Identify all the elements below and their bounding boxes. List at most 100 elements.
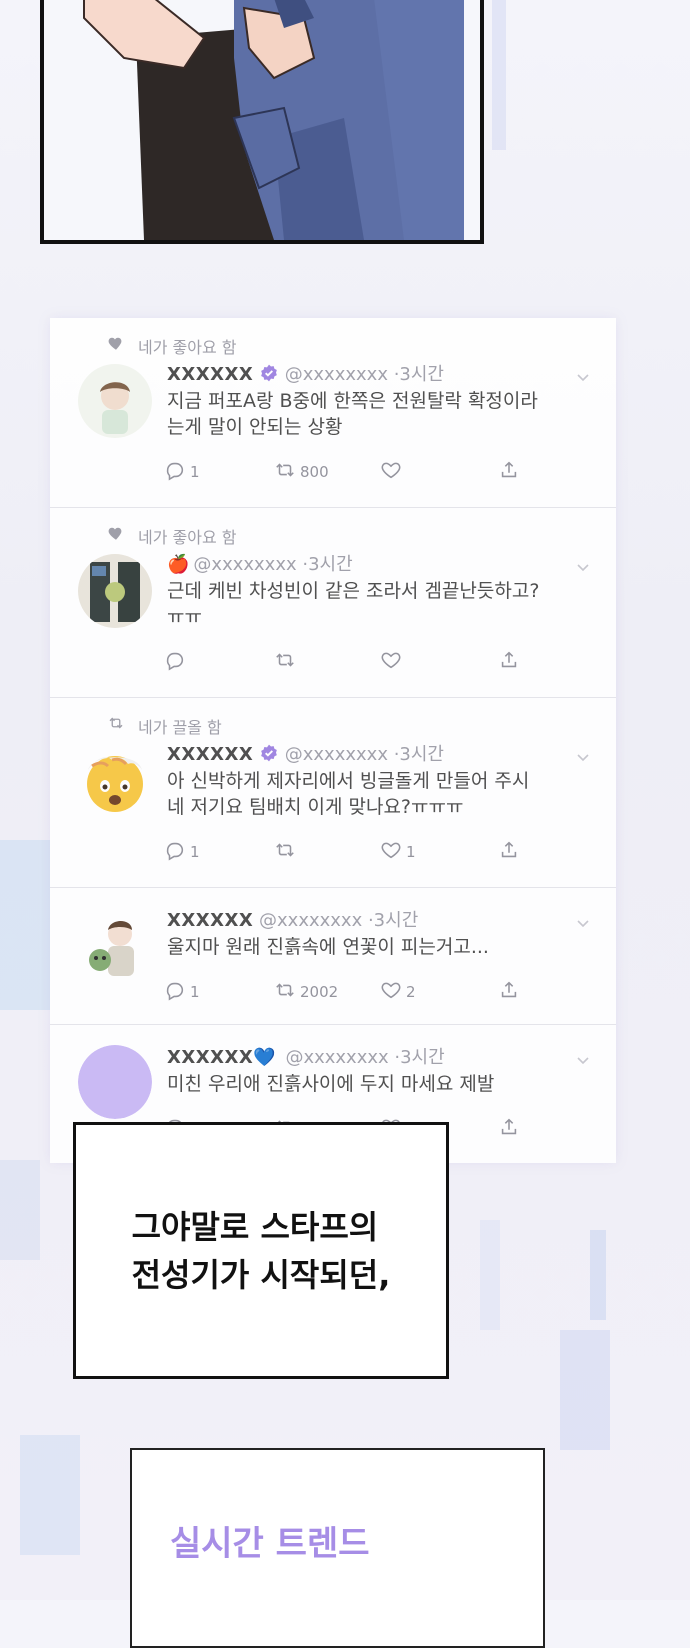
caption-box: 그야말로 스타프의 전성기가 시작되던,: [73, 1122, 449, 1379]
tweet-time[interactable]: ·3시간: [388, 364, 444, 385]
action-count: 2: [406, 983, 416, 1001]
retweet-icon: [274, 979, 296, 1005]
avatar-exploding-head-emoji[interactable]: [78, 744, 152, 818]
retweet-icon: [274, 649, 296, 675]
tweet[interactable]: 네가 좋아요 함 🍎 @xxxxxxxx ·3시간근데 케빈 차성빈이 같은 조라서…: [50, 508, 616, 698]
like-button[interactable]: 2: [380, 980, 416, 1004]
action-count: 1: [190, 983, 200, 1001]
tweet-text: 지금 퍼포A랑 B중에 한쪽은 전원탈락 확정이라 는게 말이 안되는 상황: [167, 390, 538, 438]
retweet-button[interactable]: 800: [274, 460, 329, 484]
share-button[interactable]: [498, 840, 520, 864]
retweet-button[interactable]: [274, 840, 296, 864]
avatar-anime-boy[interactable]: [78, 364, 152, 438]
tweet-header: XXXXXX @xxxxxxxx ·3시간: [167, 740, 444, 766]
verified-badge-icon: [253, 364, 284, 385]
reply-button[interactable]: 1: [164, 980, 200, 1004]
tweet[interactable]: 네가 끌올 함 XXXXXX @xxxxxxxx ·3시간아 신박하게 제자리에서…: [50, 698, 616, 888]
comic-illustration: [44, 0, 480, 240]
heart-icon: [107, 524, 125, 542]
like-button[interactable]: [380, 460, 402, 484]
chevron-down-icon[interactable]: [576, 368, 590, 382]
like-button[interactable]: 1: [380, 840, 416, 864]
chevron-down-icon[interactable]: [576, 914, 590, 928]
tweet-time[interactable]: ·3시간: [297, 554, 352, 575]
user-handle[interactable]: @xxxxxxxx: [285, 364, 388, 385]
tweet-text: 아 신박하게 제자리에서 빙글돌게 만들어 주시 네 저기요 팀배치 이게 맞나…: [167, 770, 530, 818]
comic-panel-illustration: [40, 0, 484, 244]
action-count: 1: [406, 843, 416, 861]
retweet-button[interactable]: 2002: [274, 980, 338, 1004]
like-icon: [380, 459, 402, 485]
heart-icon: [107, 334, 125, 352]
background-shard: [20, 1435, 80, 1555]
tweet-time[interactable]: ·3시간: [362, 910, 418, 931]
like-button[interactable]: [380, 650, 402, 674]
reply-button[interactable]: [164, 650, 186, 674]
reply-icon: [164, 649, 186, 675]
share-icon: [498, 839, 520, 865]
display-name[interactable]: XXXXXX: [167, 910, 253, 931]
avatar-photo[interactable]: [78, 554, 152, 628]
tweet-feed: 네가 좋아요 함 XXXXXX @xxxxxxxx ·3시간 지금 퍼포A랑 B중에…: [50, 318, 616, 1163]
tweet-text: 미친 우리애 진흙사이에 두지 마세요 제발: [167, 1073, 495, 1095]
display-name[interactable]: XXXXXX: [167, 364, 253, 385]
tweet[interactable]: XXXXXX @xxxxxxxx ·3시간울지마 원래 진흙속에 연꽃이 피는거…: [50, 888, 616, 1025]
tweet-time[interactable]: ·3시간: [389, 1047, 444, 1068]
tweet-time[interactable]: ·3시간: [388, 744, 444, 765]
tweet-actions: 11: [164, 840, 524, 864]
tweet-header: XXXXXX💙 @xxxxxxxx ·3시간: [167, 1043, 445, 1069]
social-context: 네가 좋아요 함: [108, 334, 237, 358]
background-shard: [0, 1160, 40, 1260]
retweet-icon: [274, 839, 296, 865]
name-emoji: 🍎: [167, 554, 190, 575]
user-handle[interactable]: @xxxxxxxx: [193, 554, 296, 575]
share-icon: [498, 459, 520, 485]
avatar-purple-circle[interactable]: [78, 1045, 152, 1119]
social-context: 네가 끌올 함: [109, 714, 222, 738]
action-count: 1: [190, 843, 200, 861]
reply-icon: [164, 459, 186, 485]
trend-box: 실시간 트렌드: [130, 1448, 545, 1648]
name-emoji: 💙: [253, 1047, 276, 1068]
share-icon: [498, 979, 520, 1005]
tweet-actions: 1 800: [164, 460, 524, 484]
share-button[interactable]: [498, 650, 520, 674]
avatar-boy-with-creature[interactable]: [78, 908, 152, 982]
share-button[interactable]: [498, 460, 520, 484]
reply-icon: [164, 839, 186, 865]
chevron-down-icon[interactable]: [576, 1051, 590, 1065]
background-shard: [590, 1230, 606, 1320]
tweet-actions: [164, 650, 524, 674]
chevron-down-icon[interactable]: [576, 748, 590, 762]
user-handle[interactable]: @xxxxxxxx: [259, 910, 362, 931]
tweet-text: 울지마 원래 진흙속에 연꽃이 피는거고...: [167, 936, 489, 958]
share-icon: [498, 1116, 520, 1142]
user-handle[interactable]: @xxxxxxxx: [285, 1047, 388, 1068]
verified-badge-icon: [253, 744, 284, 765]
like-icon: [380, 979, 402, 1005]
display-name[interactable]: XXXXXX: [167, 1047, 253, 1068]
display-name[interactable]: XXXXXX: [167, 744, 253, 765]
retweet-icon: [107, 714, 125, 732]
reply-icon: [164, 979, 186, 1005]
action-count: 1: [190, 463, 200, 481]
like-icon: [380, 839, 402, 865]
user-handle[interactable]: @xxxxxxxx: [285, 744, 388, 765]
social-context: 네가 좋아요 함: [108, 524, 237, 548]
background-shard: [480, 1220, 500, 1330]
reply-button[interactable]: 1: [164, 460, 200, 484]
tweet-actions: 1 2002 2: [164, 980, 524, 1004]
share-icon: [498, 649, 520, 675]
chevron-down-icon[interactable]: [576, 558, 590, 572]
tweet-text: 근데 케빈 차성빈이 같은 조라서 겜끝난듯하고? ㅠㅠ: [167, 580, 540, 628]
trend-title: 실시간 트렌드: [170, 1524, 370, 1564]
reply-button[interactable]: 1: [164, 840, 200, 864]
background-shard: [492, 0, 506, 150]
social-context-label: 네가 끌올 함: [138, 718, 222, 737]
share-button[interactable]: [498, 980, 520, 1004]
background-shard: [0, 840, 50, 1010]
tweet-header: XXXXXX @xxxxxxxx ·3시간: [167, 360, 444, 386]
retweet-button[interactable]: [274, 650, 296, 674]
share-button[interactable]: [498, 1117, 520, 1141]
tweet[interactable]: 네가 좋아요 함 XXXXXX @xxxxxxxx ·3시간 지금 퍼포A랑 B중에…: [50, 318, 616, 508]
